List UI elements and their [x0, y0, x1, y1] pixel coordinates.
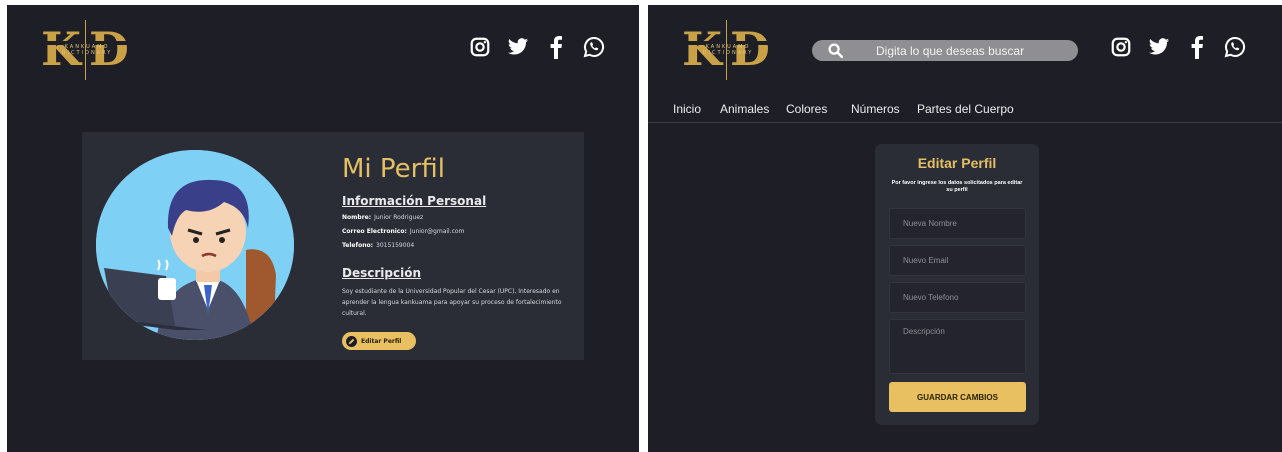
logo-subtitle: KANKUAMO DICTIONARY	[41, 44, 133, 56]
pencil-icon	[346, 335, 357, 347]
name-value: Junior Rodriguez	[374, 214, 424, 221]
edit-profile-title: Editar Perfil	[917, 155, 997, 171]
edit-profile-subtitle: Por favor ingrese los datos solicitados …	[891, 180, 1023, 193]
search-input[interactable]	[876, 43, 1076, 58]
name-row: Nombre: Junior Rodriguez	[342, 214, 423, 221]
logo-subtitle-line2: DICTIONARY	[61, 50, 113, 56]
new-name-field[interactable]	[889, 208, 1026, 239]
instagram-icon[interactable]	[1108, 34, 1134, 60]
nav-item-inicio[interactable]: Inicio	[673, 102, 701, 116]
twitter-icon[interactable]	[1146, 34, 1172, 60]
logo[interactable]: KD KANKUAMO DICTIONARY	[682, 20, 774, 80]
whatsapp-icon[interactable]	[581, 34, 607, 60]
email-label: Correo Electronico:	[342, 228, 407, 235]
logo-divider	[85, 20, 86, 80]
instagram-icon[interactable]	[467, 34, 493, 60]
logo[interactable]: KD KANKUAMO DICTIONARY	[41, 20, 133, 80]
save-changes-button[interactable]: GUARDAR CAMBIOS	[889, 382, 1026, 412]
new-email-field[interactable]	[889, 245, 1026, 276]
avatar-illustration	[96, 150, 294, 340]
search-icon[interactable]	[828, 43, 850, 58]
search-bar[interactable]	[812, 40, 1078, 61]
profile-card: Mi Perfil Información Personal Nombre: Ju…	[82, 132, 584, 360]
nav-item-colores[interactable]: Colores	[786, 102, 827, 116]
logo-divider	[726, 20, 727, 80]
new-phone-field[interactable]	[889, 282, 1026, 313]
edit-profile-panel: KD KANKUAMO DICTIONARY Inicio Animales C…	[648, 5, 1282, 452]
phone-value: 3015159004	[376, 242, 415, 249]
personal-info-heading: Información Personal	[342, 194, 487, 208]
nav-item-numeros[interactable]: Números	[851, 102, 900, 116]
nav-item-animales[interactable]: Animales	[720, 102, 769, 116]
logo-subtitle-line2: DICTIONARY	[702, 50, 754, 56]
description-text: Soy estudiante de la Universidad Popular…	[342, 288, 562, 317]
logo-subtitle: KANKUAMO DICTIONARY	[682, 44, 774, 56]
profile-title: Mi Perfil	[342, 154, 445, 184]
edit-profile-card: Editar Perfil Por favor ingrese los dato…	[875, 144, 1039, 425]
email-row: Correo Electronico: Junior@gmail.com	[342, 228, 464, 235]
avatar	[96, 150, 294, 340]
phone-row: Telefono: 3015159004	[342, 242, 414, 249]
facebook-icon[interactable]	[543, 34, 569, 60]
description-field[interactable]	[889, 319, 1026, 374]
main-nav: Inicio Animales Colores Números Partes d…	[648, 101, 1282, 123]
edit-profile-label: Editar Perfil	[361, 337, 402, 345]
facebook-icon[interactable]	[1184, 34, 1210, 60]
social-links	[1108, 34, 1248, 60]
email-value: Junior@gmail.com	[409, 228, 465, 235]
profile-view-panel: KD KANKUAMO DICTIONARY Mi Perfil Informa…	[7, 5, 639, 452]
description-heading: Descripción	[342, 266, 421, 280]
whatsapp-icon[interactable]	[1222, 34, 1248, 60]
twitter-icon[interactable]	[505, 34, 531, 60]
edit-profile-button[interactable]: Editar Perfil	[342, 332, 416, 350]
nav-item-partes-del-cuerpo[interactable]: Partes del Cuerpo	[917, 102, 1014, 116]
social-links	[467, 34, 607, 60]
name-label: Nombre:	[342, 214, 372, 221]
phone-label: Telefono:	[342, 242, 374, 249]
